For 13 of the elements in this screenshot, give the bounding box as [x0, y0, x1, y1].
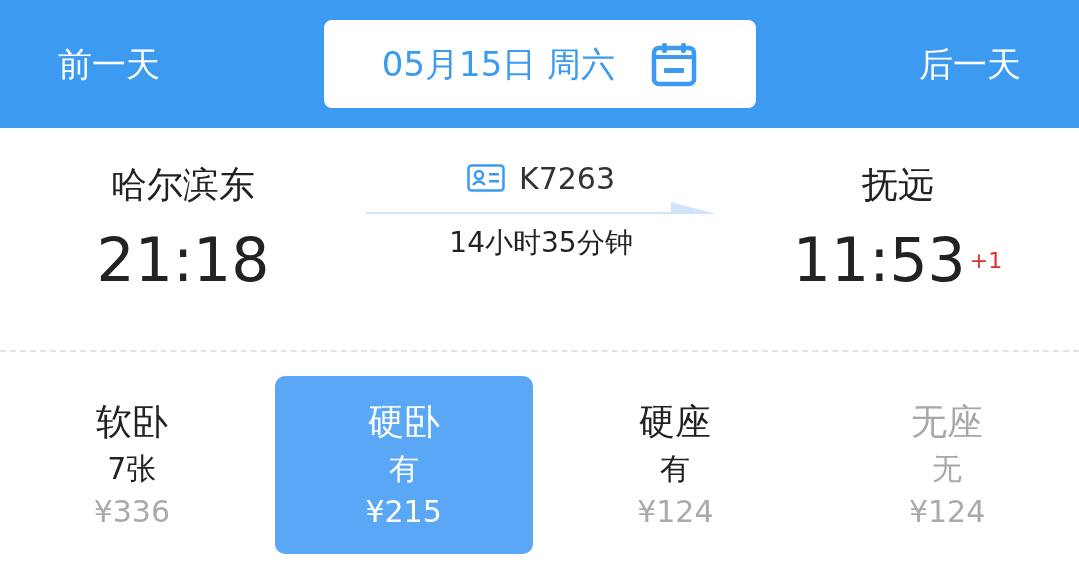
seat-option[interactable]: 硬卧 有 ¥215: [274, 376, 533, 554]
departure-time: 21:18: [96, 224, 270, 296]
next-day-button[interactable]: 后一天: [841, 38, 1021, 90]
arrival-time: 11:53: [792, 224, 966, 296]
id-card-icon: [467, 164, 505, 192]
calendar-icon: [651, 41, 698, 87]
previous-day-button[interactable]: 前一天: [58, 38, 238, 90]
next-day-mark: +1: [969, 246, 1003, 275]
departure-station: 哈尔滨东: [111, 163, 255, 207]
travel-duration: 14小时35分钟: [449, 225, 633, 261]
train-number: K7263: [519, 159, 615, 198]
arrival-station: 抚远: [861, 163, 934, 207]
date-picker[interactable]: 05月15日 周六: [323, 20, 756, 108]
